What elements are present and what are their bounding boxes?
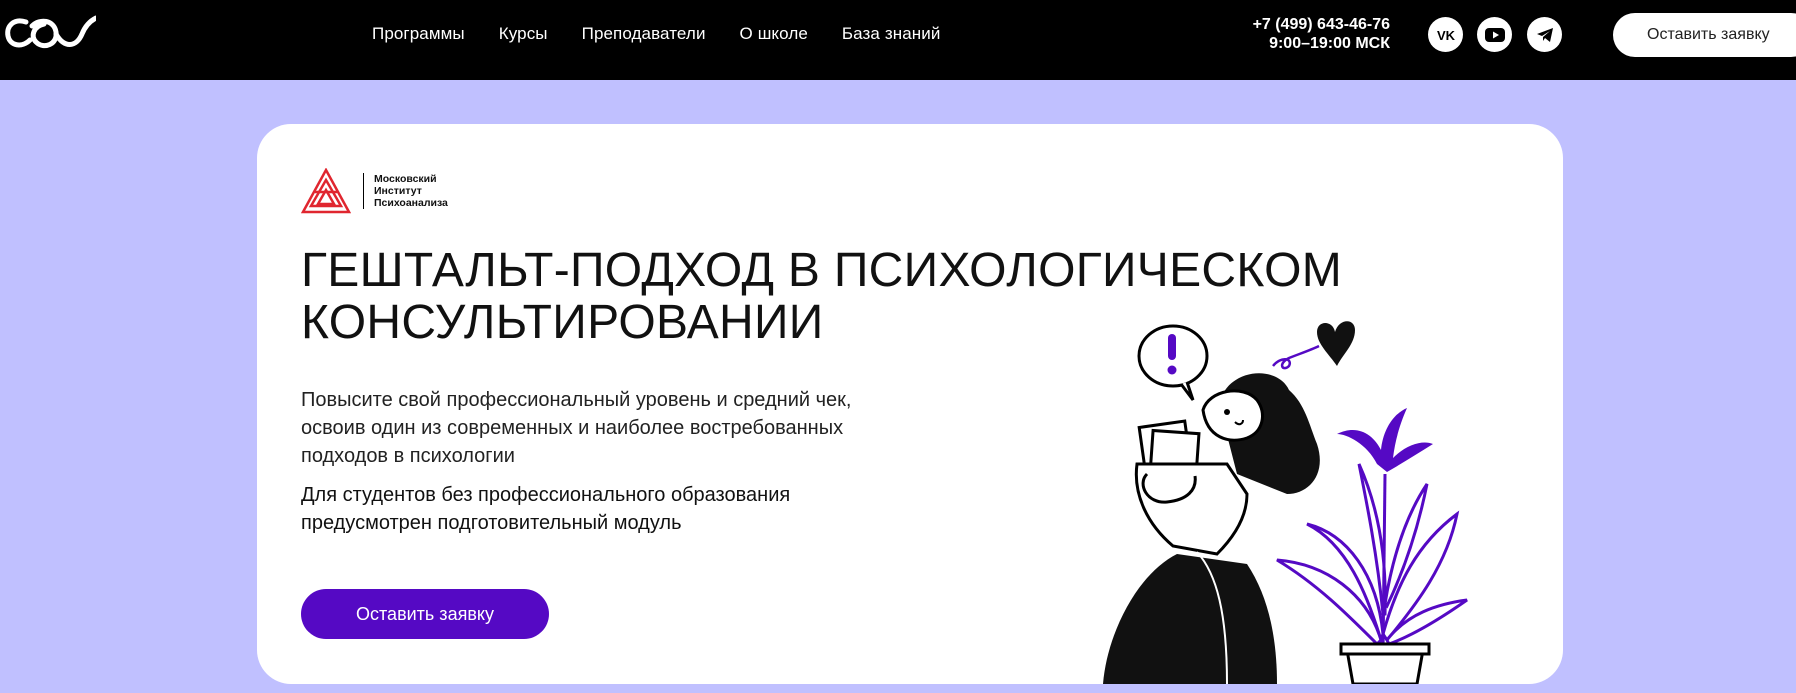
vk-link[interactable]: VK: [1428, 17, 1463, 52]
partner-logo-divider: [363, 173, 364, 209]
youtube-link[interactable]: [1477, 17, 1512, 52]
main-nav: Программы Курсы Преподаватели О школе Ба…: [372, 24, 974, 44]
description-line: освоив один из современных и наиболее во…: [301, 417, 844, 439]
vk-icon: VK: [1437, 28, 1456, 42]
hero-description: Повысите свой профессиональный уровень и…: [301, 386, 981, 470]
hero-card: Московский Институт Психоанализа ГЕШТАЛЬ…: [257, 124, 1563, 684]
partner-name-line: Институт: [374, 185, 422, 197]
heart-icon: [1317, 321, 1355, 366]
partner-name-line: Психоанализа: [374, 197, 448, 209]
top-header: Программы Курсы Преподаватели О школе Ба…: [0, 0, 1796, 80]
apply-button[interactable]: Оставить заявку: [301, 589, 549, 639]
co-logo-icon[interactable]: [4, 14, 96, 52]
telegram-icon: [1536, 27, 1553, 42]
telegram-link[interactable]: [1527, 17, 1562, 52]
nav-item-about[interactable]: О школе: [740, 24, 808, 44]
partner-name-line: Московский: [374, 173, 437, 185]
hero-note: Для студентов без профессионального обра…: [301, 481, 981, 537]
partner-logo: Московский Институт Психоанализа: [301, 168, 448, 214]
header-apply-button[interactable]: Оставить заявку: [1613, 13, 1796, 57]
phone-number[interactable]: +7 (499) 643-46-76: [1253, 15, 1390, 34]
youtube-icon: [1484, 27, 1505, 42]
working-hours: 9:00–19:00 МСК: [1269, 35, 1390, 52]
svg-text:VK: VK: [1437, 28, 1456, 42]
nav-item-knowledge-base[interactable]: База знаний: [842, 24, 941, 44]
description-line: Повысите свой профессиональный уровень и…: [301, 389, 852, 411]
nav-item-programs[interactable]: Программы: [372, 24, 465, 44]
note-line: Для студентов без профессионального обра…: [301, 484, 791, 506]
note-line: предусмотрен подготовительный модуль: [301, 512, 682, 534]
exclamation-bubble-icon: [1137, 324, 1209, 401]
nav-item-teachers[interactable]: Преподаватели: [582, 24, 706, 44]
partner-name: Московский Институт Психоанализа: [374, 173, 448, 209]
contact-block: +7 (499) 643-46-76 9:00–19:00 МСК: [1253, 15, 1390, 53]
title-line: ГЕШТАЛЬТ-ПОДХОД В ПСИХОЛОГИЧЕСКОМ: [301, 244, 1343, 297]
hero-illustration: [1103, 321, 1468, 684]
nav-item-courses[interactable]: Курсы: [499, 24, 548, 44]
description-line: подходов в психологии: [301, 445, 515, 467]
mip-logo-icon: [301, 168, 351, 214]
